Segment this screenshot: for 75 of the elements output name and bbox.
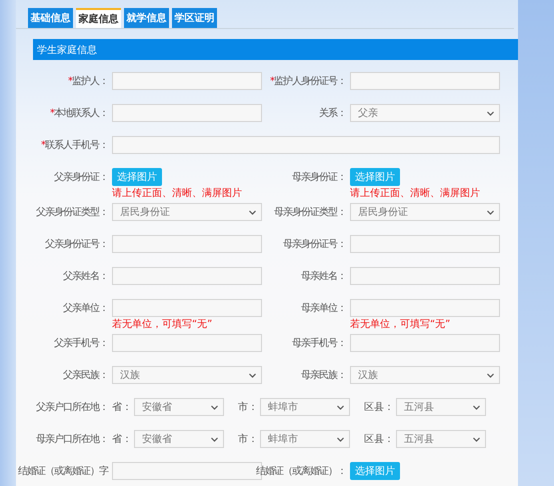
select-field[interactable]: 居民身份证: [112, 203, 262, 221]
field-label: 父亲身份证：: [54, 170, 108, 184]
hint-text: 若无单位，可填写“无”: [112, 318, 212, 331]
input-field[interactable]: [112, 72, 262, 90]
select-field[interactable]: 父亲: [350, 104, 500, 122]
chevron-icon: [211, 404, 218, 410]
select-field[interactable]: 五河县: [396, 398, 486, 416]
upload-button[interactable]: 选择图片: [350, 462, 400, 480]
field-label: *监护人身份证号：: [270, 74, 346, 88]
input-field[interactable]: [350, 72, 500, 90]
tab[interactable]: 基础信息: [28, 8, 73, 28]
upload-button[interactable]: 选择图片: [350, 168, 400, 186]
chevron-icon: [337, 436, 344, 442]
field-label: 结婚证（或离婚证）字: [18, 464, 108, 478]
upload-button[interactable]: 选择图片: [112, 168, 162, 186]
chevron-icon: [487, 110, 494, 116]
input-field[interactable]: [350, 299, 500, 317]
input-field[interactable]: [112, 104, 262, 122]
chevron-icon: [211, 436, 218, 442]
hint-text: 若无单位，可填写“无”: [350, 318, 450, 331]
chevron-icon: [473, 404, 480, 410]
field-label: 母亲民族：: [301, 368, 346, 382]
chevron-icon: [487, 210, 494, 214]
select-field[interactable]: 蚌埠市: [260, 430, 350, 448]
chevron-icon: [337, 404, 344, 410]
field-label: 母亲户口所在地：: [36, 432, 108, 446]
field-label: 父亲户口所在地：: [36, 400, 108, 414]
field-label: 母亲单位：: [301, 302, 346, 315]
field-label: 父亲单位：: [63, 302, 108, 315]
field-label: 父亲民族：: [63, 368, 108, 382]
field-label: 母亲身份证：: [292, 170, 346, 184]
hint-text: 请上传正面、清晰、满屏图片: [112, 187, 242, 200]
input-field[interactable]: [112, 235, 262, 253]
chevron-icon: [249, 372, 256, 378]
input-field[interactable]: [350, 334, 500, 352]
field-label: 市：: [238, 400, 258, 414]
select-field[interactable]: 居民身份证: [350, 203, 500, 221]
field-label: 父亲手机号：: [54, 336, 108, 350]
field-label: 父亲身份证类型：: [36, 206, 108, 219]
field-label: 结婚证（或离婚证）：: [256, 464, 346, 478]
select-field[interactable]: 汉族: [350, 366, 500, 384]
input-field[interactable]: [350, 267, 500, 285]
field-label: *联系人手机号：: [41, 138, 108, 152]
tab[interactable]: 学区证明: [172, 8, 217, 28]
field-label: 母亲手机号：: [292, 336, 346, 350]
field-label: 省：: [112, 400, 132, 414]
field-label: *监护人：: [68, 74, 108, 88]
select-field[interactable]: 安徽省: [134, 398, 224, 416]
input-field[interactable]: [112, 299, 262, 317]
select-field[interactable]: 安徽省: [134, 430, 224, 448]
hint-text: 请上传正面、清晰、满屏图片: [350, 187, 480, 200]
field-label: 母亲身份证类型：: [274, 206, 346, 219]
field-label: 母亲姓名：: [301, 270, 346, 283]
input-field[interactable]: [112, 334, 262, 352]
field-label: 区县：: [364, 433, 394, 446]
field-label: 区县：: [364, 401, 394, 414]
field-label: 母亲身份证号：: [283, 238, 346, 251]
input-field[interactable]: [112, 267, 262, 285]
select-field[interactable]: 蚌埠市: [260, 398, 350, 416]
tab[interactable]: 就学信息: [124, 8, 169, 28]
section-title: 学生家庭信息: [36, 44, 97, 56]
select-field[interactable]: 五河县: [396, 430, 486, 448]
tab[interactable]: 家庭信息: [76, 8, 121, 28]
field-label: 市：: [238, 432, 258, 446]
field-label: 父亲姓名：: [63, 270, 108, 283]
chevron-icon: [487, 372, 494, 378]
field-label: 关系：: [319, 106, 346, 120]
select-field[interactable]: 汉族: [112, 366, 262, 384]
field-label: 父亲身份证号：: [45, 238, 108, 251]
chevron-icon: [249, 210, 256, 214]
field-label: *本地联系人：: [50, 106, 108, 120]
input-field[interactable]: [112, 136, 500, 154]
input-field[interactable]: [350, 235, 500, 253]
field-label: 省：: [112, 432, 132, 446]
chevron-icon: [473, 436, 480, 442]
